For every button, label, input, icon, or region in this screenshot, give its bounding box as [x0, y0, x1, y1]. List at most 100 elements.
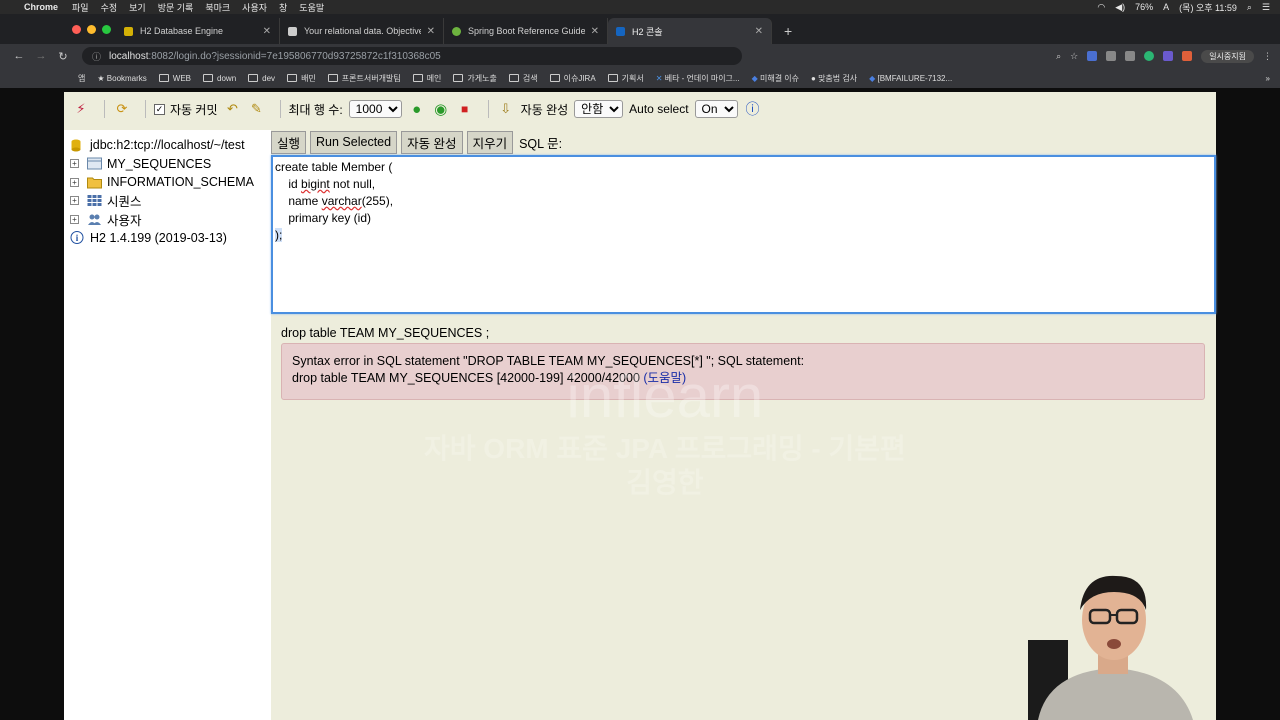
sql-line: name varchar(255),	[275, 193, 1212, 210]
menu-view[interactable]: 보기	[129, 1, 146, 14]
run-selected-icon[interactable]: ◉	[432, 100, 450, 118]
run-selected-button[interactable]: Run Selected	[310, 130, 398, 154]
commit-icon[interactable]: ✎	[248, 100, 266, 118]
expand-icon[interactable]: +	[70, 214, 79, 224]
tree-item-my-sequences[interactable]: + MY_SEQUENCES	[70, 155, 271, 174]
disconnect-icon[interactable]: ⚡	[72, 100, 90, 118]
tree-item-sequences[interactable]: + 시퀀스	[70, 192, 271, 211]
autocomplete-select[interactable]: 안함	[574, 100, 624, 118]
battery-percent[interactable]: 76%	[1135, 2, 1153, 12]
bookmark-link[interactable]: ◆ 미해결 이슈	[752, 73, 799, 84]
close-tab-icon[interactable]: ✕	[591, 26, 599, 37]
profile-button[interactable]: 일시중지됨	[1201, 49, 1254, 63]
info-icon[interactable]: ⓘ	[92, 50, 101, 63]
bookmark-folder[interactable]: 배민	[287, 73, 316, 84]
bookmark-link[interactable]: ● 맞춤법 검사	[811, 73, 857, 84]
volume-icon[interactable]: ◀)	[1115, 2, 1125, 13]
extension-icon[interactable]	[1106, 51, 1117, 61]
menu-window[interactable]: 창	[279, 1, 287, 14]
menu-history[interactable]: 방문 기록	[158, 1, 194, 14]
zoom-window-button[interactable]	[102, 25, 111, 34]
expand-icon[interactable]: +	[70, 177, 79, 187]
tab-relational-data[interactable]: Your relational data. Objectively ✕	[280, 18, 444, 44]
tab-title: Spring Boot Reference Guide	[468, 26, 585, 36]
url-path: :8082/login.do?jsessionid=7e195806770d93…	[148, 50, 441, 62]
folder-icon	[607, 74, 618, 82]
close-window-button[interactable]	[72, 25, 81, 34]
menu-file[interactable]: 파일	[72, 1, 89, 14]
rollback-icon[interactable]: ↶	[224, 100, 242, 118]
tree-item-users[interactable]: + 사용자	[70, 210, 271, 229]
bookmark-link[interactable]: ◆ [BMFAILURE-7132...	[869, 74, 952, 83]
expand-icon[interactable]: +	[70, 196, 79, 206]
minimize-window-button[interactable]	[87, 25, 96, 34]
bookmark-folder[interactable]: 메인	[412, 73, 441, 84]
bookmark-folder[interactable]: WEB	[158, 74, 191, 83]
close-tab-icon[interactable]: ✕	[755, 26, 763, 37]
reload-icon[interactable]: ↻	[52, 50, 74, 63]
run-button[interactable]: 실행	[271, 130, 307, 154]
bookmark-bookmarks[interactable]: ★ Bookmarks	[97, 74, 146, 83]
clock[interactable]: (목) 오후 11:59	[1179, 1, 1237, 14]
back-icon[interactable]: ←	[8, 50, 30, 62]
menu-help[interactable]: 도움말	[299, 1, 324, 14]
bookmarks-overflow-icon[interactable]: »	[1266, 74, 1270, 83]
menu-people[interactable]: 사용자	[242, 1, 267, 14]
extension-icon[interactable]	[1144, 51, 1155, 61]
menu-edit[interactable]: 수정	[101, 1, 118, 14]
chrome-menu-icon[interactable]: ⋮	[1263, 51, 1272, 62]
tab-h2-database-engine[interactable]: H2 Database Engine ✕	[116, 18, 280, 44]
close-tab-icon[interactable]: ✕	[427, 26, 435, 37]
autoselect-select[interactable]: On	[694, 100, 738, 118]
help-icon[interactable]: ⓘ	[744, 100, 762, 118]
stop-icon[interactable]: ■	[456, 100, 474, 118]
app-name[interactable]: Chrome	[24, 2, 58, 12]
url-field[interactable]: ⓘ localhost:8082/login.do?jsessionid=7e1…	[82, 47, 742, 65]
command-row: 실행 Run Selected 자동 완성 지우기 SQL 문:	[271, 130, 562, 154]
clear-button[interactable]: 지우기	[466, 130, 514, 154]
new-tab-button[interactable]: +	[784, 18, 792, 44]
bookmark-label: 가게노출	[467, 73, 497, 83]
tab-title: Your relational data. Objectively	[304, 26, 421, 36]
bookmark-folder[interactable]: 기획서	[607, 73, 644, 84]
extension-icon[interactable]	[1125, 51, 1136, 61]
run-icon[interactable]: ●	[408, 100, 426, 118]
info-icon: i	[70, 231, 84, 245]
notification-center-icon[interactable]: ☰	[1262, 2, 1270, 13]
forward-icon[interactable]: →	[30, 50, 52, 62]
autocommit-checkbox[interactable]: ✓	[154, 103, 165, 115]
bookmark-folder[interactable]: 프론트서버개발팀	[327, 73, 401, 84]
bookmark-label: down	[217, 73, 237, 83]
tab-h2-console[interactable]: H2 콘솔 ✕	[608, 18, 772, 44]
bookmark-folder[interactable]: 이슈JIRA	[549, 73, 596, 84]
folder-icon	[508, 74, 519, 82]
extension-icon[interactable]	[1163, 51, 1174, 61]
close-tab-icon[interactable]: ✕	[263, 26, 271, 37]
spotlight-icon[interactable]: ⌕	[1247, 2, 1252, 13]
bookmark-link[interactable]: ✕ 베타 - 언데이 마이그...	[656, 73, 740, 84]
autocomplete-button[interactable]: 자동 완성	[401, 130, 463, 154]
sql-line: id bigint not null,	[275, 176, 1212, 193]
history-icon[interactable]: ⇩	[497, 100, 515, 118]
extension-icon[interactable]	[1182, 51, 1193, 61]
expand-icon[interactable]: +	[70, 159, 79, 169]
wifi-icon[interactable]: ◠	[1097, 2, 1105, 13]
bookmark-apps[interactable]: 앱	[78, 73, 85, 84]
max-rows-select[interactable]: 1000	[348, 100, 402, 118]
bookmark-folder[interactable]: down	[203, 74, 236, 83]
menu-bookmarks[interactable]: 북마크	[205, 1, 230, 14]
search-icon[interactable]: ⌕	[1056, 51, 1061, 62]
bookmark-folder[interactable]: 검색	[508, 73, 538, 84]
tab-spring-boot-guide[interactable]: Spring Boot Reference Guide ✕	[444, 18, 608, 44]
bookmark-folder[interactable]: dev	[248, 74, 275, 83]
refresh-icon[interactable]: ⟳	[113, 100, 131, 118]
bookmark-star-icon[interactable]: ☆	[1070, 51, 1078, 62]
bookmark-folder[interactable]: 가게노출	[453, 73, 497, 84]
tree-item-information-schema[interactable]: + INFORMATION_SCHEMA	[70, 173, 271, 192]
folder-icon	[287, 74, 298, 82]
folder-icon	[203, 74, 214, 82]
input-source-icon[interactable]: A	[1163, 2, 1169, 12]
tree-connection[interactable]: jdbc:h2:tcp://localhost/~/test	[70, 136, 271, 155]
translate-extension-icon[interactable]	[1087, 51, 1098, 61]
sql-editor[interactable]: create table Member ( id bigint not null…	[271, 155, 1216, 314]
